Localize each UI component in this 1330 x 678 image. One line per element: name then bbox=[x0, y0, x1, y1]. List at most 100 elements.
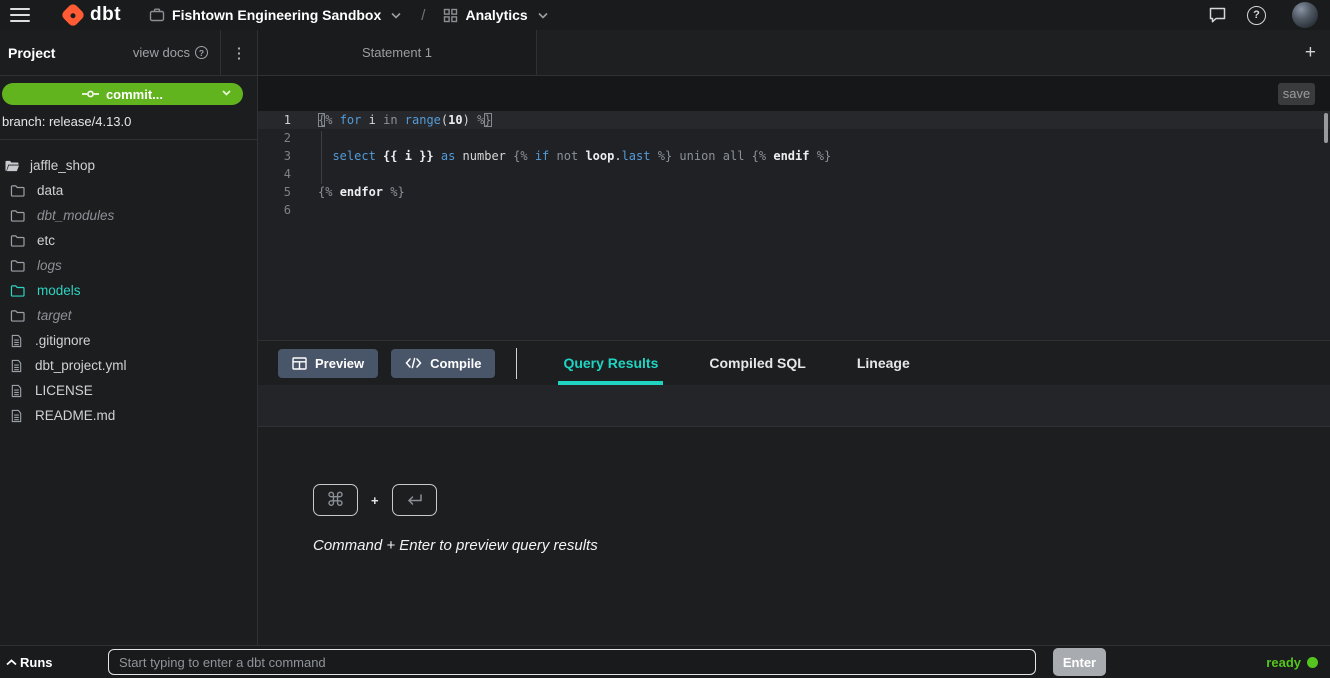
editor-tabbar: Statement 1 + bbox=[258, 30, 1330, 76]
dbt-logo-icon bbox=[60, 2, 85, 27]
tree-item-label: etc bbox=[37, 233, 55, 248]
tree-item-label: LICENSE bbox=[35, 383, 93, 398]
runs-toggle[interactable]: Runs bbox=[6, 655, 108, 670]
results-subheader bbox=[258, 385, 1330, 427]
tab-statement-1[interactable]: Statement 1 bbox=[258, 30, 537, 75]
tree-item-label: target bbox=[37, 308, 72, 323]
git-section: commit... branch: release/4.13.0 bbox=[0, 76, 257, 140]
main-area: Project view docs ? ⋮ commit... branch: … bbox=[0, 30, 1330, 645]
results-content: ⌘ + Command + Enter to preview query res… bbox=[258, 427, 1330, 645]
view-docs-link[interactable]: view docs ? bbox=[133, 45, 208, 60]
code-line: 1{% for i in range(10) %} bbox=[258, 111, 1330, 129]
branch-label: branch: release/4.13.0 bbox=[2, 114, 257, 129]
code-text: {% for i in range(10) %} bbox=[304, 111, 492, 129]
kebab-menu-icon[interactable]: ⋮ bbox=[220, 30, 257, 75]
chevron-down-icon bbox=[391, 12, 401, 19]
preview-button[interactable]: Preview bbox=[278, 349, 378, 378]
compile-button[interactable]: Compile bbox=[391, 349, 495, 378]
help-icon[interactable]: ? bbox=[1247, 6, 1266, 25]
shortcut-hint-text: Command + Enter to preview query results bbox=[313, 537, 1330, 554]
code-line: 5{% endfor %} bbox=[258, 183, 1330, 201]
indent-guide bbox=[321, 131, 322, 184]
status-badge: ready bbox=[1266, 655, 1318, 670]
workspace-selector[interactable]: Fishtown Engineering Sandbox bbox=[149, 7, 401, 23]
dbt-logo-text: dbt bbox=[90, 4, 121, 26]
folder-open-icon bbox=[4, 159, 20, 172]
enter-button[interactable]: Enter bbox=[1053, 648, 1106, 676]
tree-item-logs[interactable]: logs bbox=[0, 253, 257, 278]
file-icon bbox=[10, 359, 23, 373]
chat-icon[interactable] bbox=[1208, 6, 1227, 24]
line-number: 5 bbox=[258, 183, 304, 201]
enter-key-icon bbox=[392, 484, 437, 516]
command-bar: Runs Enter ready bbox=[0, 645, 1330, 678]
folder-icon bbox=[10, 184, 25, 197]
tree-item-jaffle-shop[interactable]: jaffle_shop bbox=[0, 153, 257, 178]
code-icon bbox=[405, 357, 422, 369]
tab-query-results[interactable]: Query Results bbox=[558, 341, 663, 385]
tree-item-etc[interactable]: etc bbox=[0, 228, 257, 253]
breadcrumb-separator: / bbox=[421, 7, 425, 24]
code-line: 6 bbox=[258, 201, 1330, 219]
folder-icon bbox=[10, 209, 25, 222]
menu-icon[interactable] bbox=[10, 8, 30, 22]
top-app-bar: dbt Fishtown Engineering Sandbox / Analy… bbox=[0, 0, 1330, 30]
tree-item-dbt-project-yml[interactable]: dbt_project.yml bbox=[0, 353, 257, 378]
code-text: select {{ i }} as number {% if not loop.… bbox=[304, 147, 831, 165]
tree-item-label: dbt_modules bbox=[37, 208, 114, 223]
tree-item-label: logs bbox=[37, 258, 62, 273]
project-name: Analytics bbox=[465, 7, 527, 23]
tree-item-readme-md[interactable]: README.md bbox=[0, 403, 257, 428]
project-selector[interactable]: Analytics bbox=[443, 7, 547, 23]
tree-item-label: .gitignore bbox=[35, 333, 91, 348]
avatar[interactable] bbox=[1292, 2, 1318, 28]
briefcase-icon bbox=[149, 7, 165, 23]
line-number: 6 bbox=[258, 201, 304, 219]
tree-item-models[interactable]: models bbox=[0, 278, 257, 303]
line-number: 3 bbox=[258, 147, 304, 165]
code-line: 3 select {{ i }} as number {% if not loo… bbox=[258, 147, 1330, 165]
file-icon bbox=[10, 384, 23, 398]
folder-icon bbox=[10, 234, 25, 247]
tab-compiled-sql[interactable]: Compiled SQL bbox=[704, 341, 810, 385]
file-tree: jaffle_shopdata dbt_modulesetc logs models t… bbox=[0, 140, 257, 428]
tree-item-data[interactable]: data bbox=[0, 178, 257, 203]
tab-lineage[interactable]: Lineage bbox=[852, 341, 915, 385]
tree-item-label: data bbox=[37, 183, 63, 198]
folder-icon bbox=[10, 259, 25, 272]
code-line: 2 bbox=[258, 129, 1330, 147]
code-text bbox=[304, 129, 318, 147]
tree-item-dbt-modules[interactable]: dbt_modules bbox=[0, 203, 257, 228]
folder-icon bbox=[10, 309, 25, 322]
code-line: 4 bbox=[258, 165, 1330, 183]
line-number: 4 bbox=[258, 165, 304, 183]
tree-item-target[interactable]: target bbox=[0, 303, 257, 328]
add-tab-icon[interactable]: + bbox=[1305, 30, 1316, 75]
tree-item--gitignore[interactable]: .gitignore bbox=[0, 328, 257, 353]
results-header: Preview Compile Query Results Compiled SQ… bbox=[258, 340, 1330, 385]
help-circle-icon: ? bbox=[195, 46, 208, 59]
editor-toolbar: save bbox=[258, 76, 1330, 111]
tree-item-label: README.md bbox=[35, 408, 115, 423]
tree-item-license[interactable]: LICENSE bbox=[0, 378, 257, 403]
save-button[interactable]: save bbox=[1278, 83, 1315, 105]
code-text bbox=[304, 165, 318, 183]
line-number: 2 bbox=[258, 129, 304, 147]
editor-pane: Statement 1 + save 1{% for i in range(10… bbox=[258, 30, 1330, 645]
grid-icon bbox=[443, 8, 458, 23]
dbt-command-input[interactable] bbox=[108, 649, 1036, 675]
divider bbox=[516, 348, 517, 379]
dbt-logo: dbt bbox=[64, 4, 121, 26]
table-icon bbox=[292, 357, 307, 370]
chevron-up-icon bbox=[6, 659, 17, 666]
chevron-down-icon bbox=[222, 90, 231, 96]
commit-button[interactable]: commit... bbox=[2, 83, 243, 105]
tree-item-label: jaffle_shop bbox=[30, 158, 95, 173]
line-number: 1 bbox=[258, 111, 304, 129]
git-commit-icon bbox=[82, 89, 99, 99]
command-key-icon: ⌘ bbox=[313, 484, 358, 516]
code-editor[interactable]: 1{% for i in range(10) %}23 select {{ i … bbox=[258, 111, 1330, 340]
editor-scrollbar[interactable] bbox=[1324, 113, 1328, 143]
file-icon bbox=[10, 409, 23, 423]
code-text bbox=[304, 201, 318, 219]
